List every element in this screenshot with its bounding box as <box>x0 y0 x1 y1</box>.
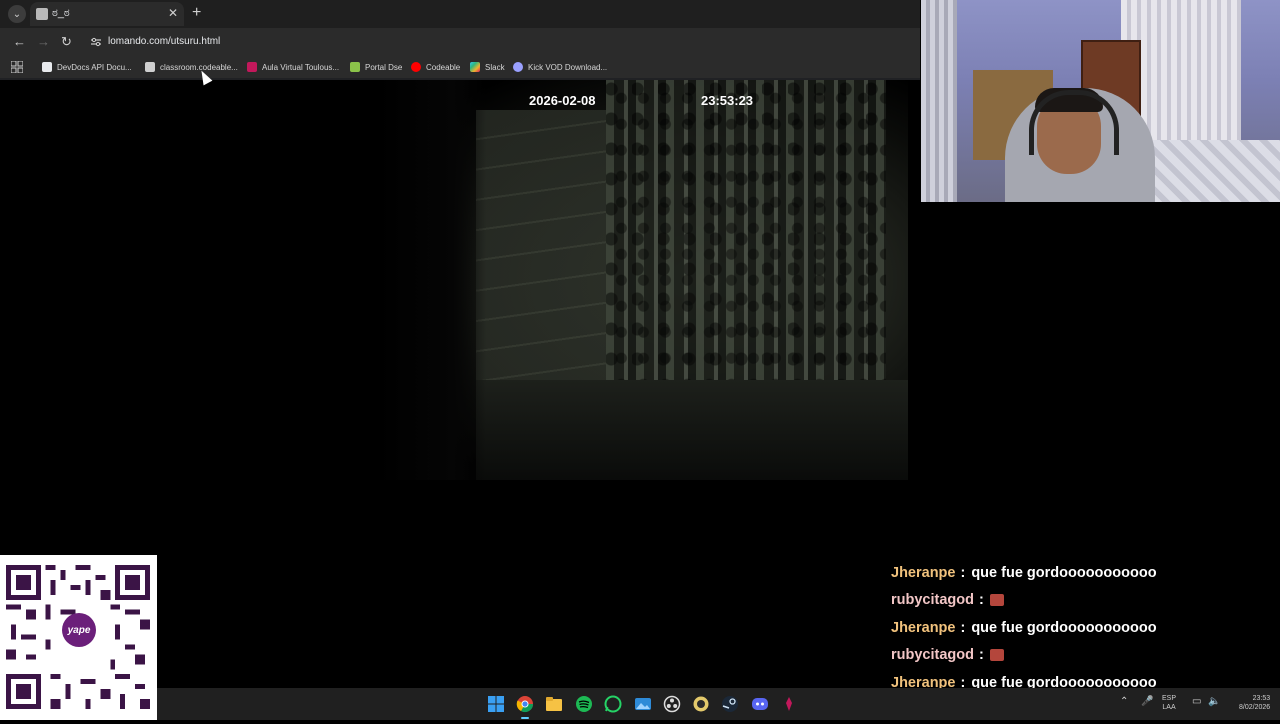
windows-start-icon[interactable] <box>487 695 505 713</box>
vscode-icon[interactable] <box>692 695 710 713</box>
forward-button[interactable]: → <box>37 34 50 49</box>
photos-icon[interactable] <box>634 695 652 713</box>
tab-close-icon[interactable]: ✕ <box>168 6 178 20</box>
camera-shadow <box>376 80 486 480</box>
microphone-icon[interactable]: 🎤 <box>1141 697 1153 706</box>
reload-button[interactable]: ↻ <box>61 34 72 50</box>
bookmark-codeable[interactable]: Codeable <box>411 60 460 74</box>
bookmark-classroom[interactable]: classroom.codeable... <box>145 60 238 74</box>
webcam-curtain-left <box>921 0 957 202</box>
tab-favicon-icon <box>36 8 48 20</box>
app-icon[interactable] <box>780 695 798 713</box>
site-info-icon[interactable] <box>90 36 102 48</box>
browser-window: ⌄ ಠ_ಠ ✕ + ← → ↻ lomando.com/utsuru.html … <box>0 0 920 80</box>
brick-emote-icon <box>990 594 1004 606</box>
chat-separator: : <box>960 565 965 581</box>
input-language[interactable]: ESP LAA <box>1162 694 1176 712</box>
chat-separator: : <box>979 592 984 608</box>
chat-message: Jheranpe : que fue gordooooooooooo <box>891 559 1271 587</box>
chat-message: rubycitagod : <box>891 587 1271 615</box>
portal-icon <box>350 62 360 72</box>
chat-username: rubycitagod <box>891 647 974 663</box>
network-icon[interactable]: ▭ <box>1192 697 1201 706</box>
chat-message: rubycitagod : <box>891 642 1271 670</box>
webcam-bed <box>1151 140 1280 202</box>
obs-icon[interactable] <box>663 695 681 713</box>
yape-logo-icon: yape <box>62 613 96 647</box>
bookmark-portal-dse[interactable]: Portal Dse <box>350 60 402 74</box>
keyboard-layout: LAA <box>1162 703 1176 712</box>
camera-time: 23:53:23 <box>701 93 753 108</box>
chat-text: que fue gordooooooooooo <box>971 565 1156 581</box>
kick-icon <box>513 62 523 72</box>
chat-message: Jheranpe : que fue gordooooooooooo <box>891 614 1271 642</box>
bookmark-kick-vod[interactable]: Kick VOD Download... <box>513 60 607 74</box>
chat-separator: : <box>979 647 984 663</box>
qr-code-panel: yape <box>0 555 157 720</box>
chat-username: Jheranpe <box>891 565 955 581</box>
devdocs-icon <box>42 62 52 72</box>
webcam-overlay <box>921 0 1280 202</box>
volume-icon[interactable]: 🔈 <box>1208 697 1220 706</box>
brick-emote-icon <box>990 649 1004 661</box>
file-explorer-icon[interactable] <box>545 695 563 713</box>
tab-title: ಠ_ಠ <box>52 7 70 20</box>
slack-icon <box>470 62 480 72</box>
clock-time: 23:53 <box>1239 694 1270 703</box>
bookmarks-bar: DevDocs API Docu... classroom.codeable..… <box>0 56 920 78</box>
codeable-r-icon <box>145 62 155 72</box>
bookmark-devdocs[interactable]: DevDocs API Docu... <box>42 60 132 74</box>
language-code: ESP <box>1162 694 1176 703</box>
toulouse-icon <box>247 62 257 72</box>
camera-curtain <box>606 80 886 380</box>
tab-active[interactable]: ಠ_ಠ ✕ <box>30 2 184 26</box>
chrome-icon[interactable] <box>516 695 534 713</box>
tab-strip: ⌄ ಠ_ಠ ✕ + <box>0 0 920 28</box>
taskbar: ⌃ 🎤 ESP LAA ▭ 🔈 23:53 8/02/2026 <box>157 688 1280 720</box>
camera-feed <box>376 80 908 480</box>
chrome-active-indicator <box>521 717 529 719</box>
system-clock[interactable]: 23:53 8/02/2026 <box>1239 694 1270 712</box>
chat-username: Jheranpe <box>891 620 955 636</box>
spotify-icon[interactable] <box>575 695 593 713</box>
new-tab-button[interactable]: + <box>192 5 201 21</box>
tray-overflow-icon[interactable]: ⌃ <box>1120 697 1128 706</box>
discord-icon[interactable] <box>751 695 769 713</box>
camera-date: 2026-02-08 <box>529 93 596 108</box>
steam-icon[interactable] <box>721 695 739 713</box>
bookmark-slack[interactable]: Slack <box>470 60 505 74</box>
whatsapp-icon[interactable] <box>604 695 622 713</box>
camera-floor <box>476 380 908 480</box>
clock-date: 8/02/2026 <box>1239 703 1270 712</box>
bookmark-aula-virtual[interactable]: Aula Virtual Toulous... <box>247 60 339 74</box>
chat-text: que fue gordooooooooooo <box>971 620 1156 636</box>
back-button[interactable]: ← <box>13 34 26 49</box>
tab-search-button[interactable]: ⌄ <box>8 5 26 23</box>
headset-icon <box>1029 90 1119 155</box>
address-bar[interactable]: lomando.com/utsuru.html <box>108 36 220 47</box>
chat-separator: : <box>960 620 965 636</box>
youtube-icon <box>411 62 421 72</box>
browser-toolbar: ← → ↻ lomando.com/utsuru.html <box>0 28 920 56</box>
chat-username: rubycitagod <box>891 592 974 608</box>
apps-grid-icon[interactable] <box>11 61 23 73</box>
